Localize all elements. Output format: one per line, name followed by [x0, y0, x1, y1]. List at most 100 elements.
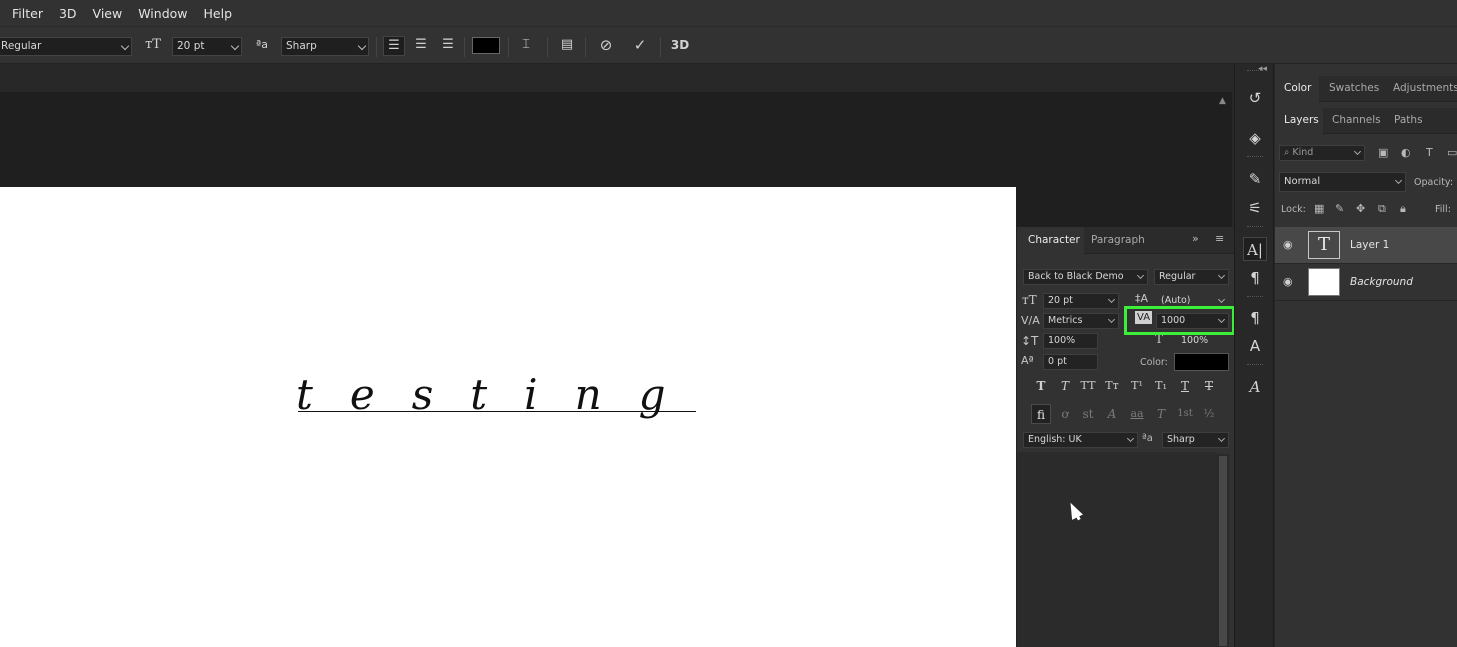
align-left-icon[interactable]: ☰: [383, 36, 405, 56]
panel-icon-strip: ↺ ◈ ✎ ⚟ A| ¶ ¶ A A: [1234, 64, 1274, 647]
commit-check-icon[interactable]: ✓: [629, 36, 651, 54]
baseline-shift-icon: Aª: [1021, 354, 1034, 367]
filter-shape-icon[interactable]: ▭: [1447, 146, 1457, 159]
language-value: English: UK: [1028, 434, 1082, 445]
document-tab-row: [0, 64, 1232, 92]
aa-icon: ªa: [256, 38, 268, 51]
faux-italic-button[interactable]: T: [1055, 376, 1075, 396]
filter-type-icon[interactable]: T: [1426, 146, 1433, 159]
filter-adjustment-icon[interactable]: ◐: [1401, 146, 1411, 159]
stylistic-alternates-button[interactable]: aa: [1127, 404, 1147, 424]
character-panel-icon[interactable]: A|: [1243, 237, 1267, 261]
panel-menu-icon[interactable]: ≡: [1215, 232, 1224, 245]
tab-character[interactable]: Character: [1028, 234, 1080, 246]
align-center-icon[interactable]: ☰: [410, 36, 432, 54]
small-caps-button[interactable]: Tт: [1102, 376, 1122, 396]
all-caps-button[interactable]: TT: [1078, 376, 1098, 396]
brush-icon[interactable]: ✎: [1243, 167, 1267, 191]
3d-cube-icon[interactable]: ◈: [1243, 126, 1267, 150]
lock-position-icon[interactable]: ✥: [1356, 202, 1365, 215]
align-right-icon[interactable]: ☰: [437, 36, 459, 54]
filter-pixel-icon[interactable]: ▣: [1378, 146, 1388, 159]
menu-3d[interactable]: 3D: [51, 6, 85, 21]
font-family-dropdown[interactable]: Back to Black Demo: [1023, 269, 1148, 285]
anti-alias-dropdown[interactable]: Sharp: [1162, 432, 1229, 448]
horizontal-scale-field[interactable]: 100%: [1176, 333, 1229, 349]
eye-icon[interactable]: ◉: [1283, 275, 1293, 288]
scroll-up-icon[interactable]: ▲: [1219, 96, 1226, 106]
tab-layers[interactable]: Layers: [1284, 114, 1319, 126]
ligatures-button[interactable]: fi: [1031, 404, 1051, 424]
font-size-dropdown[interactable]: 20 pt: [172, 37, 242, 56]
history-icon[interactable]: ↺: [1243, 86, 1267, 110]
menu-window[interactable]: Window: [130, 6, 195, 21]
chevron-down-icon: [1217, 434, 1226, 443]
cancel-icon[interactable]: ⊘: [595, 36, 617, 54]
brush-settings-icon[interactable]: ⚟: [1243, 196, 1267, 220]
layer-row-background[interactable]: ◉ Background: [1275, 264, 1457, 301]
ordinals-button[interactable]: 1st: [1175, 404, 1195, 424]
paragraph-icon[interactable]: ¶: [1243, 266, 1267, 290]
3d-button[interactable]: 3D: [668, 36, 692, 54]
character-styles-icon[interactable]: A: [1243, 334, 1267, 358]
chevron-down-icon: [357, 41, 367, 51]
kerning-dropdown[interactable]: Metrics: [1043, 313, 1119, 329]
subscript-button[interactable]: T₁: [1151, 376, 1171, 396]
swash-button[interactable]: A: [1102, 404, 1122, 424]
lock-artboard-icon[interactable]: ⧉: [1378, 202, 1386, 216]
text-layer-thumbnail: T: [1308, 231, 1340, 259]
titling-alternates-button[interactable]: T: [1151, 404, 1171, 424]
scrollbar-thumb[interactable]: [1219, 456, 1227, 646]
tab-adjustments[interactable]: Adjustments: [1393, 82, 1457, 94]
old-style-button[interactable]: ơ: [1055, 404, 1075, 424]
eye-icon[interactable]: ◉: [1283, 238, 1293, 251]
tab-paths[interactable]: Paths: [1394, 114, 1423, 126]
chevron-down-icon: [1136, 271, 1145, 280]
character-color-swatch[interactable]: [1174, 353, 1229, 371]
layer-filter-kind[interactable]: ⌕ Kind: [1279, 145, 1365, 161]
lock-pixels-icon[interactable]: ✎: [1335, 202, 1344, 215]
font-style-dropdown[interactable]: Regular: [0, 37, 132, 56]
menu-view[interactable]: View: [85, 6, 131, 21]
menu-help[interactable]: Help: [196, 6, 241, 21]
color-label: Color:: [1140, 357, 1168, 368]
vertical-scale-field[interactable]: 100%: [1043, 333, 1098, 349]
chevron-down-icon: [1217, 295, 1226, 304]
expand-icon[interactable]: »: [1192, 232, 1199, 245]
tab-channels[interactable]: Channels: [1332, 114, 1381, 126]
lock-all-icon[interactable]: 🔒︎: [1400, 202, 1406, 216]
panel-empty-area: [1017, 452, 1217, 647]
collapse-panels-icon[interactable]: ◂◂: [1258, 64, 1267, 74]
lock-transparent-icon[interactable]: ▦: [1314, 202, 1324, 215]
panels-toggle-icon[interactable]: ▤: [556, 36, 578, 54]
text-color-swatch[interactable]: [472, 37, 500, 54]
tab-color[interactable]: Color: [1284, 82, 1311, 94]
layer-name: Layer 1: [1350, 239, 1390, 251]
anti-alias-value: Sharp: [1167, 434, 1195, 445]
blend-mode-dropdown[interactable]: Normal: [1279, 172, 1406, 192]
warp-text-icon[interactable]: ⌶: [515, 36, 537, 54]
menu-filter[interactable]: Filter: [4, 6, 51, 21]
font-size-value: 20 pt: [1048, 295, 1073, 306]
font-style-dropdown[interactable]: Regular: [1154, 269, 1229, 285]
discretionary-ligatures-button[interactable]: st: [1078, 404, 1098, 424]
strikethrough-button[interactable]: T: [1199, 376, 1219, 396]
background-layer-thumbnail: [1308, 268, 1340, 296]
glyphs-icon[interactable]: A: [1243, 375, 1267, 399]
baseline-shift-field[interactable]: 0 pt: [1043, 354, 1098, 370]
faux-bold-button[interactable]: T: [1031, 376, 1051, 396]
grip: [1247, 226, 1263, 229]
layer-row-layer-1[interactable]: ◉ T Layer 1: [1275, 227, 1457, 264]
language-dropdown[interactable]: English: UK: [1023, 432, 1138, 448]
underline-button[interactable]: T: [1175, 376, 1195, 396]
superscript-button[interactable]: T¹: [1127, 376, 1147, 396]
divider: [660, 37, 661, 57]
fractions-button[interactable]: ½: [1199, 404, 1219, 424]
anti-alias-dropdown[interactable]: Sharp: [281, 37, 369, 56]
tab-paragraph[interactable]: Paragraph: [1091, 234, 1145, 246]
anti-alias-value: Sharp: [286, 40, 317, 52]
font-size-dropdown[interactable]: 20 pt: [1043, 293, 1119, 309]
tab-swatches[interactable]: Swatches: [1329, 82, 1379, 94]
divider: [376, 37, 377, 57]
paragraph-styles-icon[interactable]: ¶: [1243, 306, 1267, 330]
